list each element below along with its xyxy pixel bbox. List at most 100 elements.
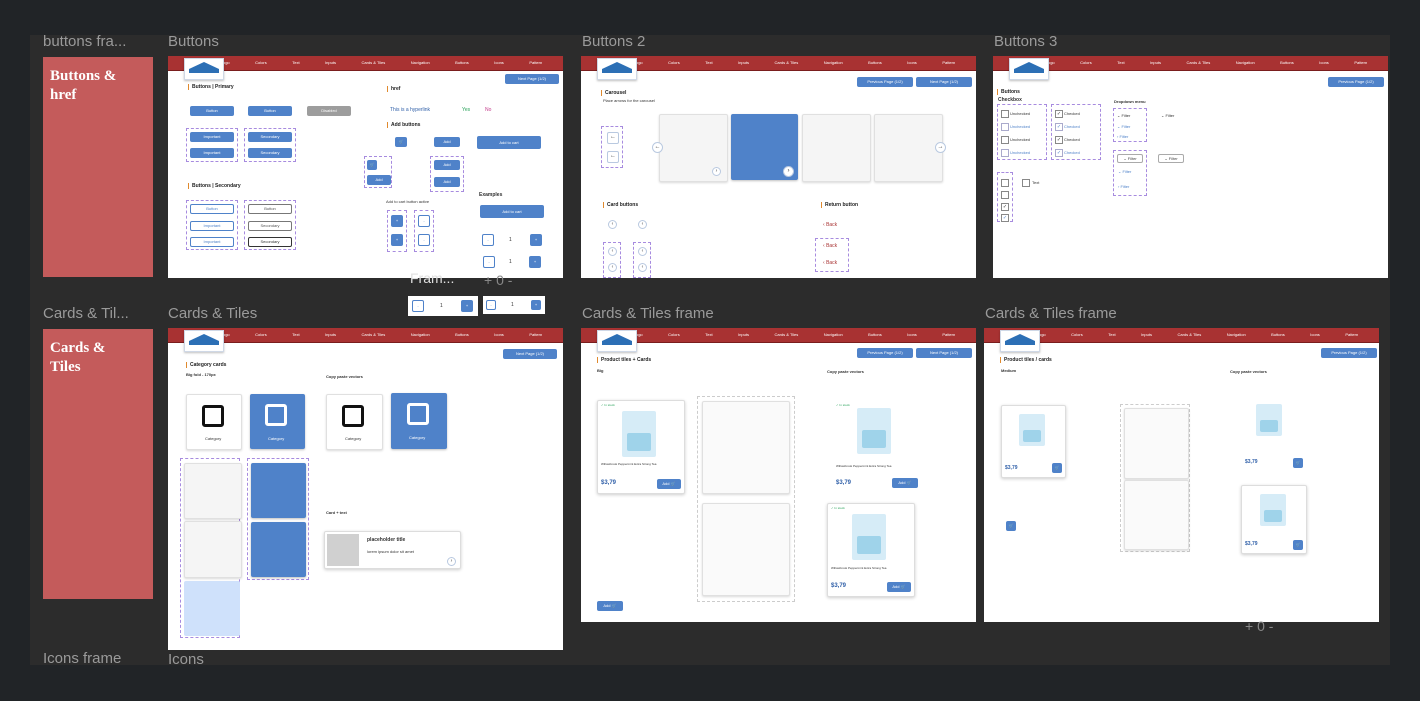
chevron-right-icon[interactable]: › (783, 166, 794, 177)
tile-selected[interactable] (251, 463, 306, 518)
category-card[interactable]: Category (186, 394, 242, 450)
cart-icon-button[interactable]: 🛒 (367, 160, 377, 170)
nav-item[interactable]: Inputs (738, 332, 749, 337)
nav-item[interactable]: Text (1108, 332, 1115, 337)
nav-item[interactable]: Text (705, 332, 712, 337)
category-card-selected[interactable]: Category (250, 394, 305, 449)
product-card-placeholder[interactable] (702, 503, 790, 596)
back-link[interactable]: ‹ Back (823, 243, 837, 249)
nav-item[interactable]: Text (292, 332, 299, 337)
nav-item[interactable]: Buttons (455, 60, 469, 65)
nav-item[interactable]: Colors (668, 332, 680, 337)
nav-item[interactable]: Colors (1080, 60, 1092, 65)
arrow-left-icon[interactable]: ← (607, 132, 619, 144)
frame-label-buttons[interactable]: Buttons (168, 33, 219, 50)
nav-item[interactable]: Buttons (868, 332, 882, 337)
arrow-right-icon[interactable]: → (935, 142, 946, 153)
next-page-button[interactable]: Next Page (1/2) (916, 348, 972, 358)
nav-item[interactable]: Pattern (1345, 332, 1358, 337)
nav-item[interactable]: Navigation (824, 332, 843, 337)
nav-item[interactable]: Navigation (411, 60, 430, 65)
nav-item[interactable]: Inputs (738, 60, 749, 65)
checkbox-checked[interactable]: ✓ (1055, 123, 1063, 131)
dropdown-filter[interactable]: › Filter (1117, 134, 1128, 139)
nav-item[interactable]: Inputs (1150, 60, 1161, 65)
cart-icon-button[interactable]: 🛒 (395, 137, 407, 147)
section-cards-tiles[interactable]: Cards & Tiles (43, 329, 153, 599)
secondary-button[interactable]: Secondary (248, 148, 292, 158)
checkbox-checked[interactable]: ✓ (1055, 110, 1063, 118)
link-yes[interactable]: Yes (462, 107, 470, 113)
frame-label-icons[interactable]: Icons (168, 651, 204, 668)
nav-item[interactable]: Inputs (325, 332, 336, 337)
nav-item[interactable]: Icons (494, 60, 504, 65)
outline-button[interactable]: Secondary (248, 221, 292, 231)
arrow-left-icon[interactable]: ← (607, 151, 619, 163)
checkbox-unchecked[interactable] (1001, 123, 1009, 131)
tile[interactable] (184, 463, 242, 519)
product-card[interactable]: ✓ In stock Willowbrook Peppermint Extra … (827, 503, 915, 597)
add-to-cart-button[interactable]: Add to cart (477, 136, 541, 149)
nav-item[interactable]: Cards & Tiles (1186, 60, 1210, 65)
plus-button[interactable]: + (531, 300, 541, 310)
minus-button[interactable]: - (482, 234, 494, 246)
frame-label-cards-tiles-left[interactable]: Cards & Til... (43, 305, 129, 322)
chevron-left-icon[interactable]: ‹ (608, 247, 617, 256)
checkbox-unchecked[interactable] (1022, 179, 1030, 187)
carousel-tile[interactable] (874, 114, 943, 182)
next-page-button[interactable]: Next Page (1/2) (505, 74, 559, 84)
checkbox-unchecked[interactable] (1001, 136, 1009, 144)
outline-button[interactable]: Important (190, 221, 234, 231)
nav-item[interactable]: Cards & Tiles (361, 332, 385, 337)
previous-page-button[interactable]: Previous Page (1/2) (1328, 77, 1384, 87)
nav-item[interactable]: Icons (1319, 60, 1329, 65)
chevron-right-icon[interactable]: › (447, 557, 456, 566)
product-card-placeholder[interactable] (1124, 480, 1189, 550)
plus-button[interactable]: + (530, 234, 542, 246)
nav-item[interactable]: Colors (1071, 332, 1083, 337)
nav-item[interactable]: Pattern (529, 60, 542, 65)
add-button[interactable]: Add (367, 175, 391, 185)
checkbox-checked[interactable]: ✓ (1055, 136, 1063, 144)
add-to-cart-button[interactable]: Add to cart (480, 205, 544, 218)
chevron-left-icon[interactable]: ‹ (638, 220, 647, 229)
product-card[interactable]: ✓ In stock Willowbrook Peppermint Extra … (597, 400, 685, 494)
checkbox-unchecked[interactable] (1001, 110, 1009, 118)
frame-cards-tiles[interactable]: Logo Colors Text Inputs Cards & Tiles Na… (168, 328, 563, 650)
tile-selected[interactable] (251, 522, 306, 577)
chevron-left-icon[interactable]: ‹ (608, 263, 617, 272)
carousel-tile[interactable] (802, 114, 871, 182)
frame-buttons[interactable]: Logo Colors Text Inputs Cards & Tiles Na… (168, 56, 563, 278)
chevron-left-icon[interactable]: ‹ (638, 263, 647, 272)
dropdown-filter[interactable]: › Filter (1118, 184, 1129, 189)
category-card-selected[interactable]: Category (391, 393, 447, 449)
category-card[interactable]: Category (326, 394, 383, 450)
product-card-placeholder[interactable] (1124, 408, 1189, 479)
checkbox-unchecked[interactable] (1001, 149, 1009, 157)
frame-label-buttons-frame[interactable]: buttons fra... (43, 33, 126, 50)
nav-item[interactable]: Icons (1310, 332, 1320, 337)
dropdown-filter[interactable]: ⌄ Filter (1118, 169, 1131, 174)
chevron-right-icon[interactable]: › (712, 167, 721, 176)
nav-item[interactable]: Buttons (1280, 60, 1294, 65)
outline-button[interactable]: Button (190, 204, 234, 214)
add-button[interactable]: Add (434, 160, 460, 170)
frame-label-icons-frame[interactable]: Icons frame (43, 650, 121, 667)
frame-label-buttons-2[interactable]: Buttons 2 (582, 33, 645, 50)
important-button[interactable]: Important (190, 132, 234, 142)
add-to-cart-button[interactable]: Add 🛒 (657, 479, 681, 489)
primary-button[interactable]: Button (248, 106, 292, 116)
nav-item[interactable]: Navigation (824, 60, 843, 65)
nav-item[interactable]: Cards & Tiles (1177, 332, 1201, 337)
secondary-button[interactable]: Secondary (248, 132, 292, 142)
minus-button[interactable]: - (412, 300, 424, 312)
dropdown-filter[interactable]: ⌄ Filter (1117, 154, 1143, 163)
nav-item[interactable]: Colors (255, 60, 267, 65)
dropdown-filter[interactable]: ⌄ Filter (1158, 154, 1184, 163)
nav-item[interactable]: Icons (494, 332, 504, 337)
section-buttons-href[interactable]: Buttons & href (43, 57, 153, 277)
add-button[interactable]: Add (434, 177, 460, 187)
nav-item[interactable]: Colors (668, 60, 680, 65)
outline-button[interactable]: Button (248, 204, 292, 214)
nav-item[interactable]: Navigation (1236, 60, 1255, 65)
